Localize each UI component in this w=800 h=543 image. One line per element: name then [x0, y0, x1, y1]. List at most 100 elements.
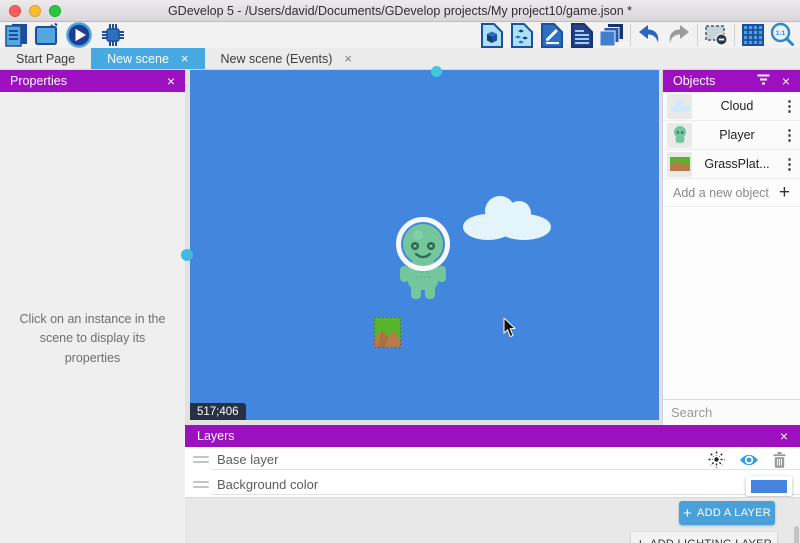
layer-name-field[interactable]: Background color [217, 477, 792, 492]
layers-panel-title: Layers [197, 429, 235, 443]
tab-start-page[interactable]: Start Page [0, 48, 91, 69]
edit-objects-icon [480, 22, 505, 48]
zoom-window-button[interactable] [49, 5, 61, 17]
objects-panel: Objects × Cloud ⋮ Player ⋮ GrassPlat... … [662, 70, 800, 425]
lighting-icon[interactable] [708, 451, 725, 468]
tab-close-icon[interactable]: × [344, 51, 352, 66]
cloud-thumbnail [667, 94, 692, 119]
object-menu-icon[interactable]: ⋮ [782, 157, 796, 172]
properties-panel-title: Properties [10, 74, 67, 88]
edit-groups-button[interactable] [507, 22, 537, 48]
tab-bar: Start Page New scene × New scene (Events… [0, 48, 800, 70]
zoom-ratio-button[interactable]: 1:1 [768, 22, 798, 48]
properties-panel-header: Properties × [0, 70, 185, 92]
layers-editor-button[interactable] [597, 22, 627, 48]
plus-icon: + [779, 182, 790, 204]
add-object-label: Add a new object [673, 186, 769, 200]
tab-label: Start Page [16, 52, 75, 66]
color-swatch [751, 480, 787, 493]
drag-handle-icon[interactable] [193, 456, 209, 463]
objects-search [663, 399, 800, 425]
render-mask-button[interactable] [701, 22, 731, 48]
titlebar: GDevelop 5 - /Users/david/Documents/GDev… [0, 0, 800, 22]
toolbar: 1:1 [0, 22, 800, 48]
open-scene-button[interactable] [32, 22, 62, 48]
object-item-player[interactable]: Player ⋮ [663, 121, 800, 150]
close-icon[interactable]: × [167, 73, 175, 89]
close-icon[interactable]: × [782, 73, 790, 89]
undo-icon [636, 23, 662, 47]
tab-close-icon[interactable]: × [181, 51, 189, 66]
player-sprite[interactable] [392, 216, 454, 300]
layer-row-background-color: Background color [185, 472, 800, 497]
cloud-sprite[interactable] [460, 192, 554, 242]
layer-name-underline [211, 494, 800, 495]
edit-objects-button[interactable] [477, 22, 507, 48]
object-name: GrassPlat... [692, 157, 782, 171]
redo-icon [666, 23, 692, 47]
debug-icon [99, 21, 127, 49]
open-scene-icon [34, 22, 60, 48]
window-title: GDevelop 5 - /Users/david/Documents/GDev… [168, 4, 632, 18]
play-icon [64, 20, 94, 50]
tab-new-scene-events[interactable]: New scene (Events) × [205, 48, 368, 69]
object-name: Cloud [692, 99, 782, 113]
redo-button[interactable] [664, 22, 694, 48]
edit-scene-properties-icon [540, 22, 565, 48]
plus-icon: + [683, 505, 692, 522]
visibility-eye-icon[interactable] [739, 453, 759, 467]
filter-icon[interactable] [757, 74, 770, 88]
cursor-coordinates-badge: 517;406 [190, 403, 246, 420]
object-menu-icon[interactable]: ⋮ [782, 99, 796, 114]
vertical-scrollbar[interactable] [794, 526, 799, 543]
layer-name-underline [211, 469, 800, 470]
tab-new-scene[interactable]: New scene × [91, 48, 204, 69]
player-thumbnail [667, 123, 692, 148]
object-item-grassplatform[interactable]: GrassPlat... ⋮ [663, 150, 800, 179]
add-layer-label: ADD A LAYER [697, 507, 771, 519]
objects-list-empty-area [663, 207, 800, 399]
edit-groups-icon [510, 22, 535, 48]
drag-handle-icon[interactable] [193, 481, 209, 488]
edit-scene-properties-button[interactable] [537, 22, 567, 48]
object-menu-icon[interactable]: ⋮ [782, 128, 796, 143]
grass-platform-sprite[interactable] [374, 317, 401, 348]
panel-resize-handle[interactable] [181, 249, 193, 261]
properties-empty-message: Click on an instance in the scene to dis… [0, 310, 185, 368]
instances-list-button[interactable] [567, 22, 597, 48]
add-layer-button[interactable]: + ADD A LAYER [679, 501, 775, 525]
panel-resize-handle-top[interactable] [431, 66, 442, 77]
grid-button[interactable] [738, 22, 768, 48]
play-button[interactable] [62, 22, 96, 48]
search-input[interactable] [671, 405, 800, 420]
layer-name-field[interactable]: Base layer [217, 452, 708, 467]
debug-button[interactable] [96, 22, 130, 48]
mouse-cursor [503, 318, 517, 338]
plus-icon: + [636, 536, 645, 543]
grid-icon [740, 22, 766, 48]
layers-icon [599, 22, 625, 48]
minimize-window-button[interactable] [29, 5, 41, 17]
close-window-button[interactable] [9, 5, 21, 17]
project-manager-button[interactable] [2, 22, 32, 48]
object-name: Player [692, 128, 782, 142]
layers-panel: Layers × Base layer [185, 425, 800, 543]
properties-panel: Properties × Click on an instance in the… [0, 70, 185, 543]
trash-icon[interactable] [773, 452, 786, 468]
traffic-lights [9, 5, 61, 17]
add-new-object-button[interactable]: Add a new object + [663, 179, 800, 207]
zoom-ratio-icon: 1:1 [770, 22, 796, 48]
layers-panel-header: Layers × [185, 425, 800, 447]
add-lighting-layer-button[interactable]: + ADD LIGHTING LAYER [631, 532, 777, 543]
object-item-cloud[interactable]: Cloud ⋮ [663, 92, 800, 121]
scene-canvas[interactable]: 517;406 [190, 70, 659, 420]
undo-button[interactable] [634, 22, 664, 48]
project-manager-icon [4, 22, 30, 48]
close-icon[interactable]: × [780, 428, 788, 444]
background-color-picker[interactable] [746, 476, 792, 496]
layers-panel-footer: + ADD A LAYER + ADD LIGHTING LAYER [185, 497, 800, 543]
zoom-ratio-label: 1:1 [776, 30, 786, 37]
instances-list-icon [570, 22, 595, 48]
layer-row-base: Base layer [185, 447, 800, 472]
render-mask-icon [704, 23, 729, 47]
